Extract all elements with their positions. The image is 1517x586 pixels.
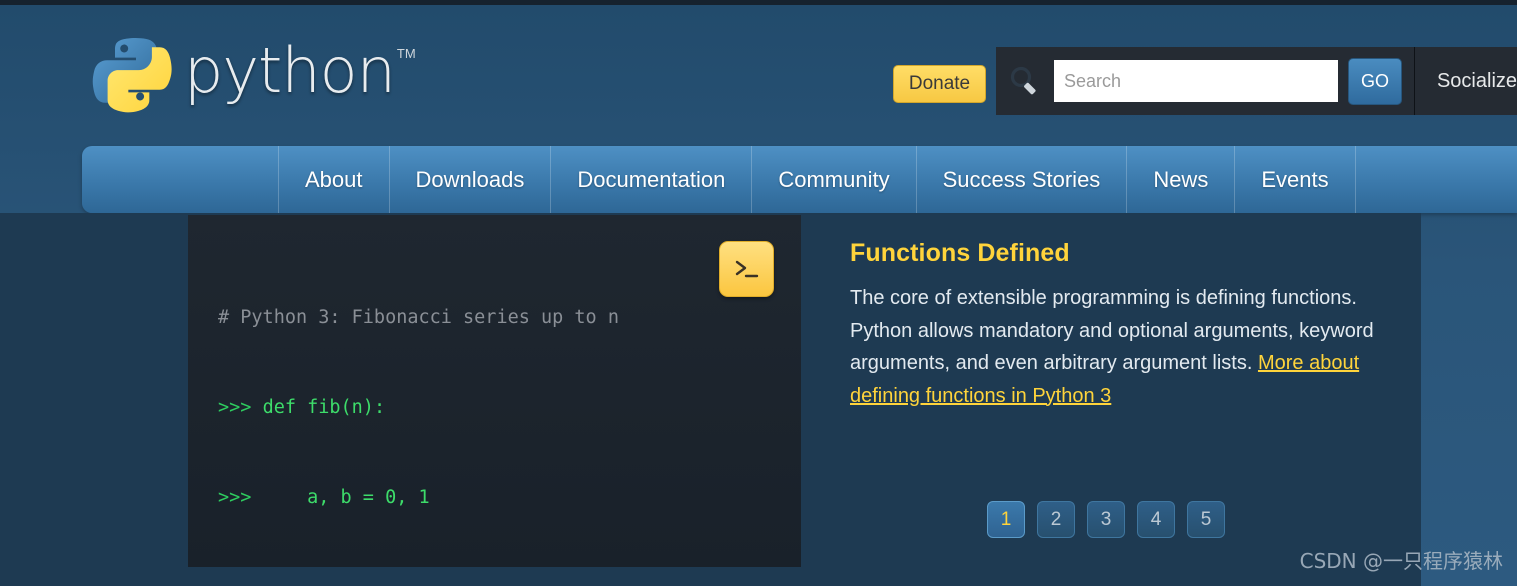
hero-body: The core of extensible programming is de… [850,282,1375,412]
nav-item-about[interactable]: About [278,146,389,213]
launch-shell-button[interactable] [719,241,774,297]
search-icon [996,47,1054,115]
search-go-button[interactable]: GO [1347,57,1402,105]
console-code-block: # Python 3: Fibonacci series up to n >>>… [218,243,753,567]
code-comment: # Python 3: Fibonacci series up to n [218,307,619,328]
code-text: a, b = 0, 1 [262,487,430,508]
utility-bar: GO Socialize [996,47,1517,115]
hero-section: # Python 3: Fibonacci series up to n >>>… [0,213,1421,586]
hero-text-column: Functions Defined The core of extensible… [850,239,1375,412]
site-header: python TM Donate GO Socialize [0,5,1517,145]
pagination-item-1[interactable]: 1 [987,501,1025,538]
nav-item-community[interactable]: Community [751,146,915,213]
pagination-item-4[interactable]: 4 [1137,501,1175,538]
socialize-menu-item[interactable]: Socialize [1415,47,1517,115]
code-line: >>> a, b = 0, 1 [218,483,753,513]
nav-item-downloads[interactable]: Downloads [388,146,551,213]
pagination-item-3[interactable]: 3 [1087,501,1125,538]
hero-title: Functions Defined [850,239,1070,267]
nav-right-spacer [1354,146,1517,213]
code-text: def fib(n): [262,397,386,418]
code-line: # Python 3: Fibonacci series up to n [218,303,753,333]
pagination-item-5[interactable]: 5 [1187,501,1225,538]
code-line: >>> def fib(n): [218,393,753,423]
nav-item-events[interactable]: Events [1234,146,1354,213]
python-logo[interactable]: python TM [88,32,416,118]
shell-prompt-icon [735,260,758,278]
pagination-item-2[interactable]: 2 [1037,501,1075,538]
nav-item-success-stories[interactable]: Success Stories [915,146,1127,213]
code-console: # Python 3: Fibonacci series up to n >>>… [188,215,801,567]
logo-wordmark: python [184,34,396,107]
python-logo-icon [92,38,172,113]
code-prompt: >>> [218,487,263,508]
donate-button[interactable]: Donate [893,65,986,103]
code-prompt: >>> [218,397,263,418]
main-navigation: About Downloads Documentation Community … [82,146,1517,213]
nav-item-news[interactable]: News [1126,146,1234,213]
logo-trademark: TM [396,46,416,61]
hero-pagination: 1 2 3 4 5 [987,501,1225,538]
nav-left-spacer [82,146,278,213]
search-input[interactable] [1054,60,1338,102]
nav-item-documentation[interactable]: Documentation [550,146,751,213]
watermark: CSDN @一只程序猿林 [1299,549,1503,573]
